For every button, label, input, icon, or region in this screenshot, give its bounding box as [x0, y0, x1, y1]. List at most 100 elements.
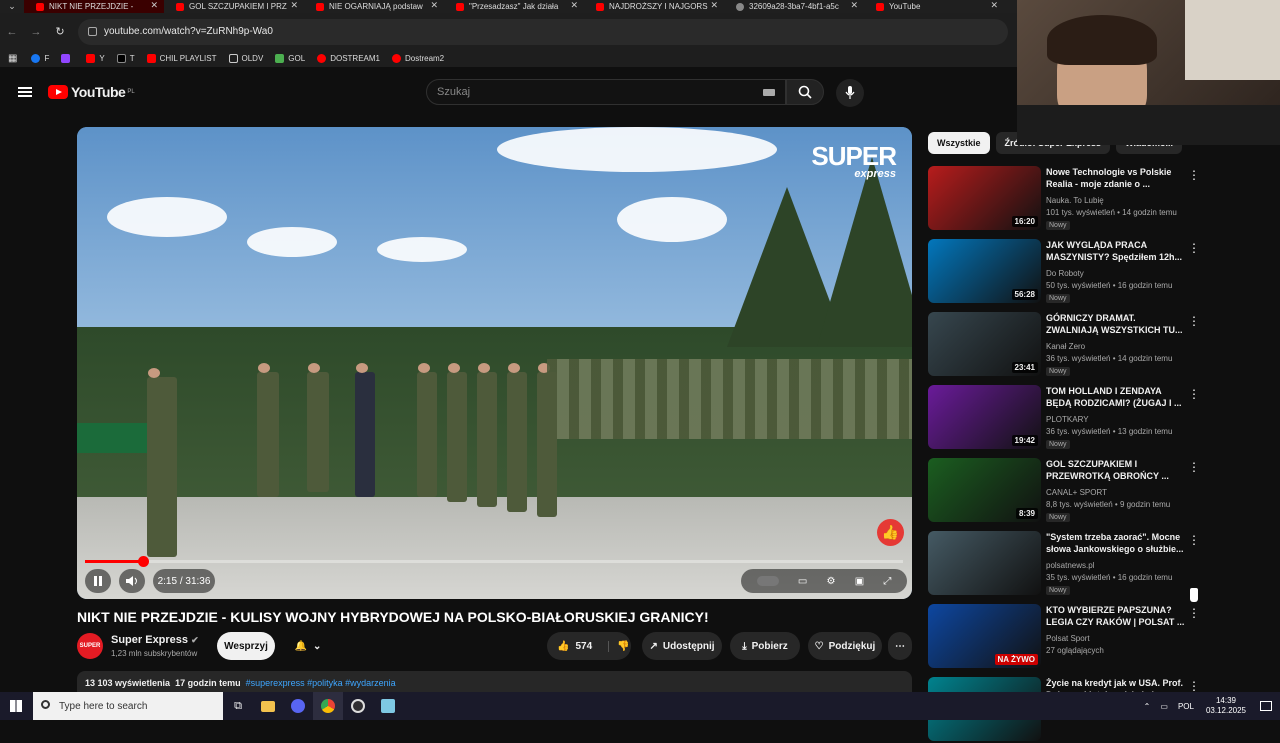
video-thumbnail[interactable]: 19:42	[928, 385, 1041, 449]
keyboard-icon[interactable]	[763, 89, 775, 96]
recommended-video[interactable]: NA ŻYWO KTO WYBIERZE PAPSZUNA? LEGIA CZY …	[928, 604, 1258, 670]
pause-button[interactable]	[85, 569, 111, 593]
more-actions-button[interactable]: ⋯	[888, 632, 912, 660]
search-button[interactable]	[786, 79, 824, 105]
recommended-video-channel[interactable]: Do Roboty	[1046, 269, 1084, 278]
recommended-video-channel[interactable]: Kanał Zero	[1046, 342, 1085, 351]
hamburger-menu-icon[interactable]	[18, 87, 32, 97]
close-tab-icon[interactable]: ✕	[290, 0, 298, 11]
recommended-video-title[interactable]: GÓRNICZY DRAMAT. ZWALNIAJĄ WSZYSTKICH TU…	[1046, 312, 1186, 336]
recommended-video-title[interactable]: JAK WYGLĄDA PRACA MASZYNISTY? Spędziłem …	[1046, 239, 1186, 263]
tray-chevron-icon[interactable]: ⌃	[1144, 702, 1151, 711]
close-tab-icon[interactable]: ✕	[850, 0, 858, 11]
youtube-logo[interactable]: YouTube PL	[48, 84, 135, 100]
reload-icon[interactable]: ↻	[48, 25, 72, 38]
language-indicator[interactable]: POL	[1178, 702, 1194, 711]
channel-avatar[interactable]: SUPER	[77, 633, 103, 659]
subtitles-icon[interactable]: ▭	[798, 576, 807, 587]
close-tab-icon[interactable]: ✕	[430, 0, 438, 11]
taskbar-search-input[interactable]: Type here to search	[33, 692, 223, 720]
app-icon[interactable]	[373, 692, 403, 720]
browser-tab[interactable]: "Przesadzasz" Jak działa ✕	[444, 0, 584, 13]
bookmark[interactable]: Y	[86, 54, 105, 63]
video-thumbnail[interactable]: 8:39	[928, 458, 1041, 522]
recommended-video[interactable]: "System trzeba zaorać". Mocne słowa Jank…	[928, 531, 1258, 597]
recommended-video-title[interactable]: "System trzeba zaorać". Mocne słowa Jank…	[1046, 531, 1186, 555]
network-icon[interactable]: ▭	[1160, 702, 1168, 711]
file-explorer-icon[interactable]	[253, 692, 283, 720]
recommended-video-title[interactable]: GOL SZCZUPAKIEM I PRZEWROTKĄ OBROŃCY ...	[1046, 458, 1186, 482]
browser-tab[interactable]: NIE OGARNIAJĄ podstaw ✕	[304, 0, 444, 13]
apps-grid-icon[interactable]: ▦	[8, 53, 17, 64]
more-vert-icon[interactable]: ⋮	[1188, 533, 1200, 547]
video-thumbnail[interactable]: 56:28	[928, 239, 1041, 303]
forward-arrow-icon[interactable]: →	[24, 26, 48, 38]
chrome-icon[interactable]	[313, 692, 343, 720]
more-vert-icon[interactable]: ⋮	[1188, 168, 1200, 182]
support-button[interactable]: Wesprzyj	[217, 632, 275, 660]
recommended-video-channel[interactable]: CANAL+ SPORT	[1046, 488, 1107, 497]
browser-tab[interactable]: NAJDROŻSZY I NAJGORS ✕	[584, 0, 724, 13]
video-thumbnail[interactable]: 23:41	[928, 312, 1041, 376]
more-vert-icon[interactable]: ⋮	[1188, 314, 1200, 328]
close-tab-icon[interactable]: ✕	[710, 0, 718, 11]
more-vert-icon[interactable]: ⋮	[1188, 387, 1200, 401]
recommended-video[interactable]: 8:39 GOL SZCZUPAKIEM I PRZEWROTKĄ OBROŃCY…	[928, 458, 1258, 524]
more-vert-icon[interactable]: ⋮	[1188, 241, 1200, 255]
autoplay-toggle-icon[interactable]	[756, 576, 779, 586]
close-tab-icon[interactable]: ✕	[150, 0, 158, 11]
more-vert-icon[interactable]: ⋮	[1188, 606, 1200, 620]
tab-search-chevron[interactable]: ⌄	[0, 1, 24, 12]
site-info-icon[interactable]	[88, 26, 97, 36]
bookmark[interactable]: OLDV	[228, 54, 263, 63]
voice-search-button[interactable]	[836, 79, 864, 107]
bookmark[interactable]: T	[116, 54, 135, 63]
bookmark[interactable]: CHIL PLAYLIST	[146, 54, 217, 63]
browser-tab[interactable]: NIKT NIE PRZEJDZIE - ✕	[24, 0, 164, 13]
video-thumbnail[interactable]: 16:20	[928, 166, 1041, 230]
notification-bell-button[interactable]: 🔔 ⌄	[284, 632, 332, 660]
recommended-video-channel[interactable]: polsatnews.pl	[1046, 561, 1094, 570]
progress-scrubber[interactable]	[138, 556, 150, 567]
browser-tab[interactable]: 32609a28-3ba7-4bf1-a5c ✕	[724, 0, 864, 13]
clock[interactable]: 14:39 03.12.2025	[1206, 696, 1246, 716]
recommended-video-channel[interactable]: Nauka. To Lubię	[1046, 196, 1104, 205]
share-button[interactable]: ↗ Udostępnij	[642, 632, 722, 660]
browser-tab[interactable]: YouTube ✕	[864, 0, 1004, 13]
notification-icon[interactable]	[1260, 701, 1272, 711]
bookmark[interactable]	[61, 54, 74, 63]
recommended-video-channel[interactable]: Polsat Sport	[1046, 634, 1090, 643]
recommended-video[interactable]: 19:42 TOM HOLLAND I ZENDAYA BĘDĄ RODZICAM…	[928, 385, 1258, 451]
close-tab-icon[interactable]: ✕	[990, 0, 998, 11]
bookmark[interactable]: GOL	[275, 54, 305, 63]
fullscreen-icon[interactable]: ⤢	[883, 576, 891, 587]
close-tab-icon[interactable]: ✕	[570, 0, 578, 11]
settings-gear-icon[interactable]: ⚙	[827, 576, 836, 587]
video-thumbnail[interactable]	[928, 531, 1041, 595]
search-input[interactable]: Szukaj	[426, 79, 786, 105]
more-vert-icon[interactable]: ⋮	[1188, 679, 1200, 693]
miniplayer-icon[interactable]: ▣	[855, 576, 864, 587]
progress-bar[interactable]	[85, 556, 903, 567]
recommended-video-title[interactable]: KTO WYBIERZE PAPSZUNA? LEGIA CZY RAKÓW |…	[1046, 604, 1186, 628]
task-view-icon[interactable]: ⧉	[223, 692, 253, 720]
more-vert-icon[interactable]: ⋮	[1188, 460, 1200, 474]
bookmark[interactable]: DOSTREAM1	[317, 54, 380, 63]
thanks-button[interactable]: ♡ Podziękuj	[808, 632, 882, 660]
recommended-video[interactable]: 56:28 JAK WYGLĄDA PRACA MASZYNISTY? Spędz…	[928, 239, 1258, 305]
dislike-button[interactable]: 👎	[608, 640, 630, 652]
recommended-video[interactable]: 23:41 GÓRNICZY DRAMAT. ZWALNIAJĄ WSZYSTKI…	[928, 312, 1258, 378]
bookmark[interactable]: Dostream2	[392, 54, 444, 63]
chip-all[interactable]: Wszystkie	[928, 132, 990, 154]
volume-button[interactable]	[119, 569, 145, 593]
video-thumbnail[interactable]: NA ŻYWO	[928, 604, 1041, 668]
recommended-video-title[interactable]: TOM HOLLAND I ZENDAYA BĘDĄ RODZICAMI? (Ż…	[1046, 385, 1186, 409]
discord-icon[interactable]	[283, 692, 313, 720]
download-button[interactable]: ⤓ Pobierz	[730, 632, 800, 660]
obs-icon[interactable]	[343, 692, 373, 720]
channel-name[interactable]: Super Express ✔	[111, 634, 199, 646]
back-arrow-icon[interactable]: ←	[0, 26, 24, 38]
video-player[interactable]: SUPER express 👍 2:15 / 31:36 ▭ ⚙ ▣ ⤢	[77, 127, 912, 599]
like-button[interactable]: 👍 574 👎	[547, 632, 631, 660]
browser-tab[interactable]: GOL SZCZUPAKIEM I PRZ ✕	[164, 0, 304, 13]
